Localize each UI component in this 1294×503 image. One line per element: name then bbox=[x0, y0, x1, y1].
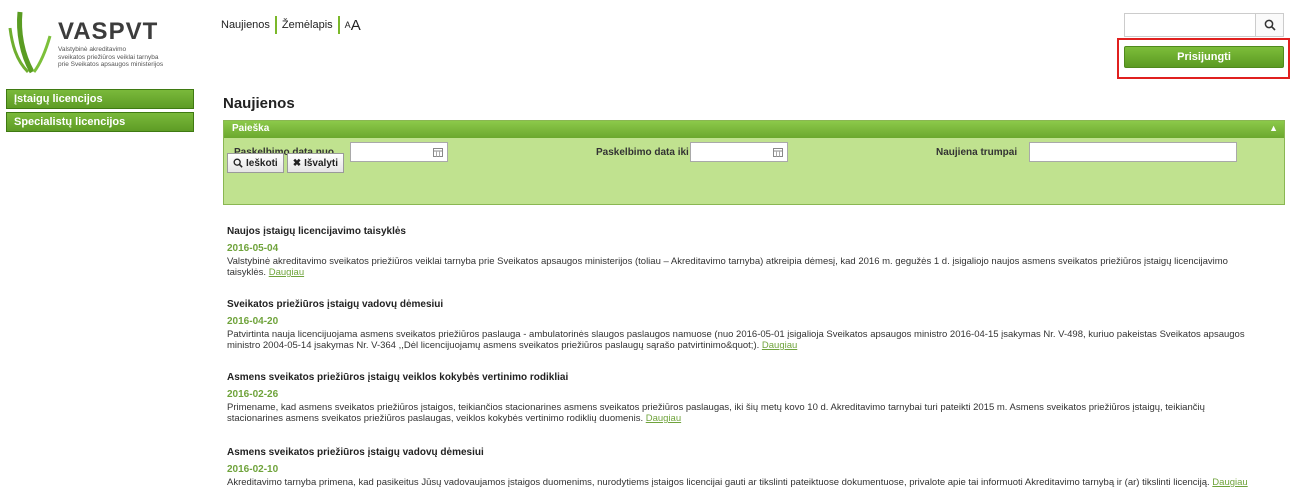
news-excerpt: Patvirtinta nauja licencijuojama asmens … bbox=[227, 329, 1285, 351]
news-item: Naujos įstaigų licencijavimo taisyklės 2… bbox=[227, 226, 1285, 278]
news-excerpt: Primename, kad asmens sveikatos priežiūr… bbox=[227, 402, 1285, 424]
nav-separator bbox=[337, 16, 340, 34]
news-date: 2016-02-26 bbox=[227, 389, 279, 400]
search-panel: Paieška ▲ Paskelbimo data nuo Paskelbimo… bbox=[223, 120, 1285, 205]
news-excerpt-line: ministro 2004-05-14 įsakymas Nr. V-364 ,… bbox=[227, 340, 1285, 351]
more-link[interactable]: Daugiau bbox=[1212, 477, 1247, 488]
logo-subtitle-line: Valstybinė akreditavimo bbox=[58, 46, 127, 53]
site-logo[interactable]: VASPVT Valstybinė akreditavimo sveikatos… bbox=[6, 6, 196, 78]
news-date: 2016-05-04 bbox=[227, 243, 279, 254]
logo-subtitle-line: prie Sveikatos apsaugos ministerijos bbox=[58, 61, 164, 68]
news-title[interactable]: Naujos įstaigų licencijavimo taisyklės bbox=[227, 226, 1285, 237]
more-link[interactable]: Daugiau bbox=[762, 340, 797, 351]
search-panel-header[interactable]: Paieška ▲ bbox=[224, 121, 1284, 138]
sidebar-item-specialist-licenses[interactable]: Specialistų licencijos bbox=[6, 112, 194, 132]
calendar-icon[interactable] bbox=[433, 147, 443, 157]
site-search bbox=[1124, 13, 1284, 37]
font-increase-button[interactable]: A bbox=[351, 17, 361, 34]
more-link[interactable]: Daugiau bbox=[646, 413, 681, 424]
clear-button[interactable]: ✖ Išvalyti bbox=[286, 153, 344, 173]
news-date: 2016-04-20 bbox=[227, 316, 279, 327]
nav-map-link[interactable]: Žemėlapis bbox=[282, 19, 333, 31]
logo-title: VASPVT bbox=[58, 18, 159, 45]
news-excerpt-text: Akreditavimo tarnyba primena, kad pasike… bbox=[227, 477, 1210, 488]
date-from-field[interactable] bbox=[350, 142, 448, 162]
close-icon: ✖ bbox=[292, 157, 302, 169]
nav-separator bbox=[274, 16, 277, 34]
calendar-icon[interactable] bbox=[773, 147, 783, 157]
logo-subtitle-line: sveikatos priežiūros veiklai tarnyba bbox=[58, 53, 159, 61]
search-submit-label: Ieškoti bbox=[246, 157, 278, 169]
search-input[interactable] bbox=[1125, 14, 1255, 36]
news-excerpt-text: stacionarines asmens sveikatos priežiūro… bbox=[227, 413, 644, 424]
date-to-field[interactable] bbox=[690, 142, 788, 162]
news-item: Asmens sveikatos priežiūros įstaigų vado… bbox=[227, 447, 1285, 488]
news-title[interactable]: Sveikatos priežiūros įstaigų vadovų dėme… bbox=[227, 299, 1285, 310]
news-item: Sveikatos priežiūros įstaigų vadovų dėme… bbox=[227, 299, 1285, 351]
logo-subtitle: Valstybinė akreditavimo sveikatos prieži… bbox=[58, 46, 198, 69]
search-panel-title: Paieška bbox=[232, 123, 270, 134]
date-to-label: Paskelbimo data iki bbox=[596, 147, 689, 158]
news-excerpt-line: Patvirtinta nauja licencijuojama asmens … bbox=[227, 329, 1245, 340]
news-excerpt-line: Valstybinė akreditavimo sveikatos prieži… bbox=[227, 256, 1228, 267]
search-icon bbox=[1264, 19, 1276, 31]
news-excerpt-text: taisyklės. bbox=[227, 267, 267, 278]
news-title[interactable]: Asmens sveikatos priežiūros įstaigų vado… bbox=[227, 447, 1285, 458]
news-excerpt: Valstybinė akreditavimo sveikatos prieži… bbox=[227, 256, 1285, 278]
news-excerpt: Akreditavimo tarnyba primena, kad pasike… bbox=[227, 477, 1285, 488]
news-excerpt-line: Primename, kad asmens sveikatos priežiūr… bbox=[227, 402, 1205, 413]
top-nav: Naujienos Žemėlapis A A bbox=[221, 16, 361, 34]
sidebar: Įstaigų licencijos Specialistų licencijo… bbox=[6, 89, 194, 135]
news-short-label: Naujiena trumpai bbox=[936, 147, 1018, 158]
search-submit-button[interactable]: Ieškoti bbox=[227, 153, 284, 173]
news-date: 2016-02-10 bbox=[227, 464, 279, 475]
login-button[interactable]: Prisijungti bbox=[1124, 46, 1284, 68]
nav-news-link[interactable]: Naujienos bbox=[221, 19, 270, 31]
news-excerpt-line: taisyklės. Daugiau bbox=[227, 267, 1285, 278]
news-excerpt-line: Akreditavimo tarnyba primena, kad pasike… bbox=[227, 477, 1285, 488]
news-title[interactable]: Asmens sveikatos priežiūros įstaigų veik… bbox=[227, 372, 1285, 383]
news-excerpt-line: stacionarines asmens sveikatos priežiūro… bbox=[227, 413, 1285, 424]
news-short-field[interactable] bbox=[1029, 142, 1237, 162]
search-fields-row: Paskelbimo data nuo Paskelbimo data iki bbox=[224, 138, 1284, 166]
search-buttons: Ieškoti ✖ Išvalyti bbox=[227, 153, 344, 173]
page-title: Naujienos bbox=[223, 95, 295, 112]
vaspvt-leaf-icon bbox=[8, 11, 52, 74]
search-button[interactable] bbox=[1255, 14, 1283, 36]
main-content: Naujienos Paieška ▲ Paskelbimo data nuo … bbox=[223, 95, 1285, 488]
magnifier-icon bbox=[233, 158, 243, 168]
sidebar-item-institution-licenses[interactable]: Įstaigų licencijos bbox=[6, 89, 194, 109]
more-link[interactable]: Daugiau bbox=[269, 267, 304, 278]
news-excerpt-text: ministro 2004-05-14 įsakymas Nr. V-364 ,… bbox=[227, 340, 760, 351]
clear-label: Išvalyti bbox=[304, 157, 338, 169]
collapse-arrow-icon[interactable]: ▲ bbox=[1269, 123, 1278, 133]
news-item: Asmens sveikatos priežiūros įstaigų veik… bbox=[227, 372, 1285, 424]
